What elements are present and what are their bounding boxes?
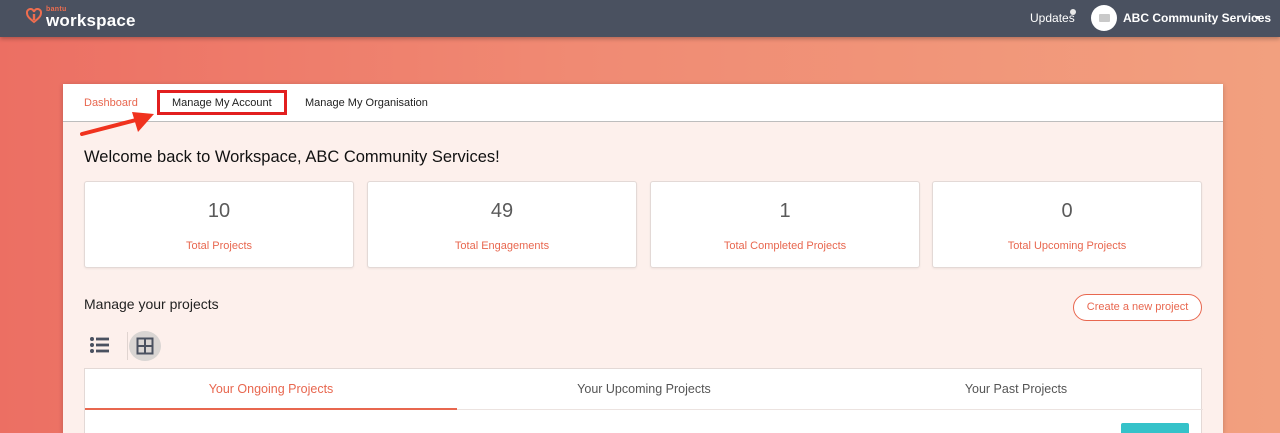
stat-value: 10: [207, 200, 231, 222]
nav-tabs: Dashboard Manage My Account Manage My Or…: [63, 84, 1223, 122]
stat-label: Total Upcoming Projects: [1007, 240, 1127, 252]
tab-upcoming-projects[interactable]: Your Upcoming Projects: [458, 382, 830, 396]
grid-view-icon: [136, 337, 154, 355]
stat-card-total-completed-projects: 1 Total Completed Projects: [650, 181, 920, 268]
projects-panel: Your Ongoing Projects Your Upcoming Proj…: [84, 368, 1203, 433]
stat-value: 49: [490, 200, 514, 222]
teal-action-button[interactable]: [1121, 423, 1189, 433]
avatar[interactable]: [1091, 5, 1117, 31]
tab-past-projects[interactable]: Your Past Projects: [830, 382, 1202, 396]
stat-label: Total Engagements: [454, 240, 550, 252]
stat-value: 0: [1061, 200, 1073, 222]
top-bar: bantu workspace Updates ABC Community Se…: [0, 0, 1280, 37]
active-tab-indicator: [85, 408, 457, 410]
stat-card-total-projects: 10 Total Projects: [84, 181, 354, 268]
manage-projects-heading: Manage your projects: [84, 296, 219, 312]
welcome-heading: Welcome back to Workspace, ABC Community…: [84, 148, 500, 166]
tab-dashboard[interactable]: Dashboard: [84, 97, 138, 109]
grid-view-button[interactable]: [129, 331, 161, 361]
create-project-button[interactable]: Create a new project: [1073, 294, 1202, 321]
red-arrow-icon: [80, 112, 154, 136]
tab-ongoing-projects[interactable]: Your Ongoing Projects: [85, 382, 457, 396]
account-menu-name[interactable]: ABC Community Services: [1123, 11, 1271, 25]
updates-link[interactable]: Updates: [1030, 11, 1075, 25]
avatar-image-icon: [1098, 14, 1110, 22]
dashboard-card: Dashboard Manage My Account Manage My Or…: [63, 84, 1223, 433]
list-view-icon[interactable]: [89, 335, 111, 355]
stat-label: Total Completed Projects: [723, 240, 847, 252]
annotation-highlight-box: [157, 90, 287, 115]
bantu-logo-icon: [26, 8, 42, 24]
updates-notification-dot: [1070, 9, 1076, 15]
stat-label: Total Projects: [185, 240, 253, 252]
stat-card-total-upcoming-projects: 0 Total Upcoming Projects: [932, 181, 1202, 268]
logo-text: workspace: [46, 11, 136, 30]
caret-down-icon[interactable]: [1254, 16, 1260, 20]
stat-value: 1: [779, 200, 791, 222]
tab-manage-my-organisation[interactable]: Manage My Organisation: [305, 97, 428, 109]
view-toggle-divider: [127, 332, 128, 360]
stat-card-total-engagements: 49 Total Engagements: [367, 181, 637, 268]
